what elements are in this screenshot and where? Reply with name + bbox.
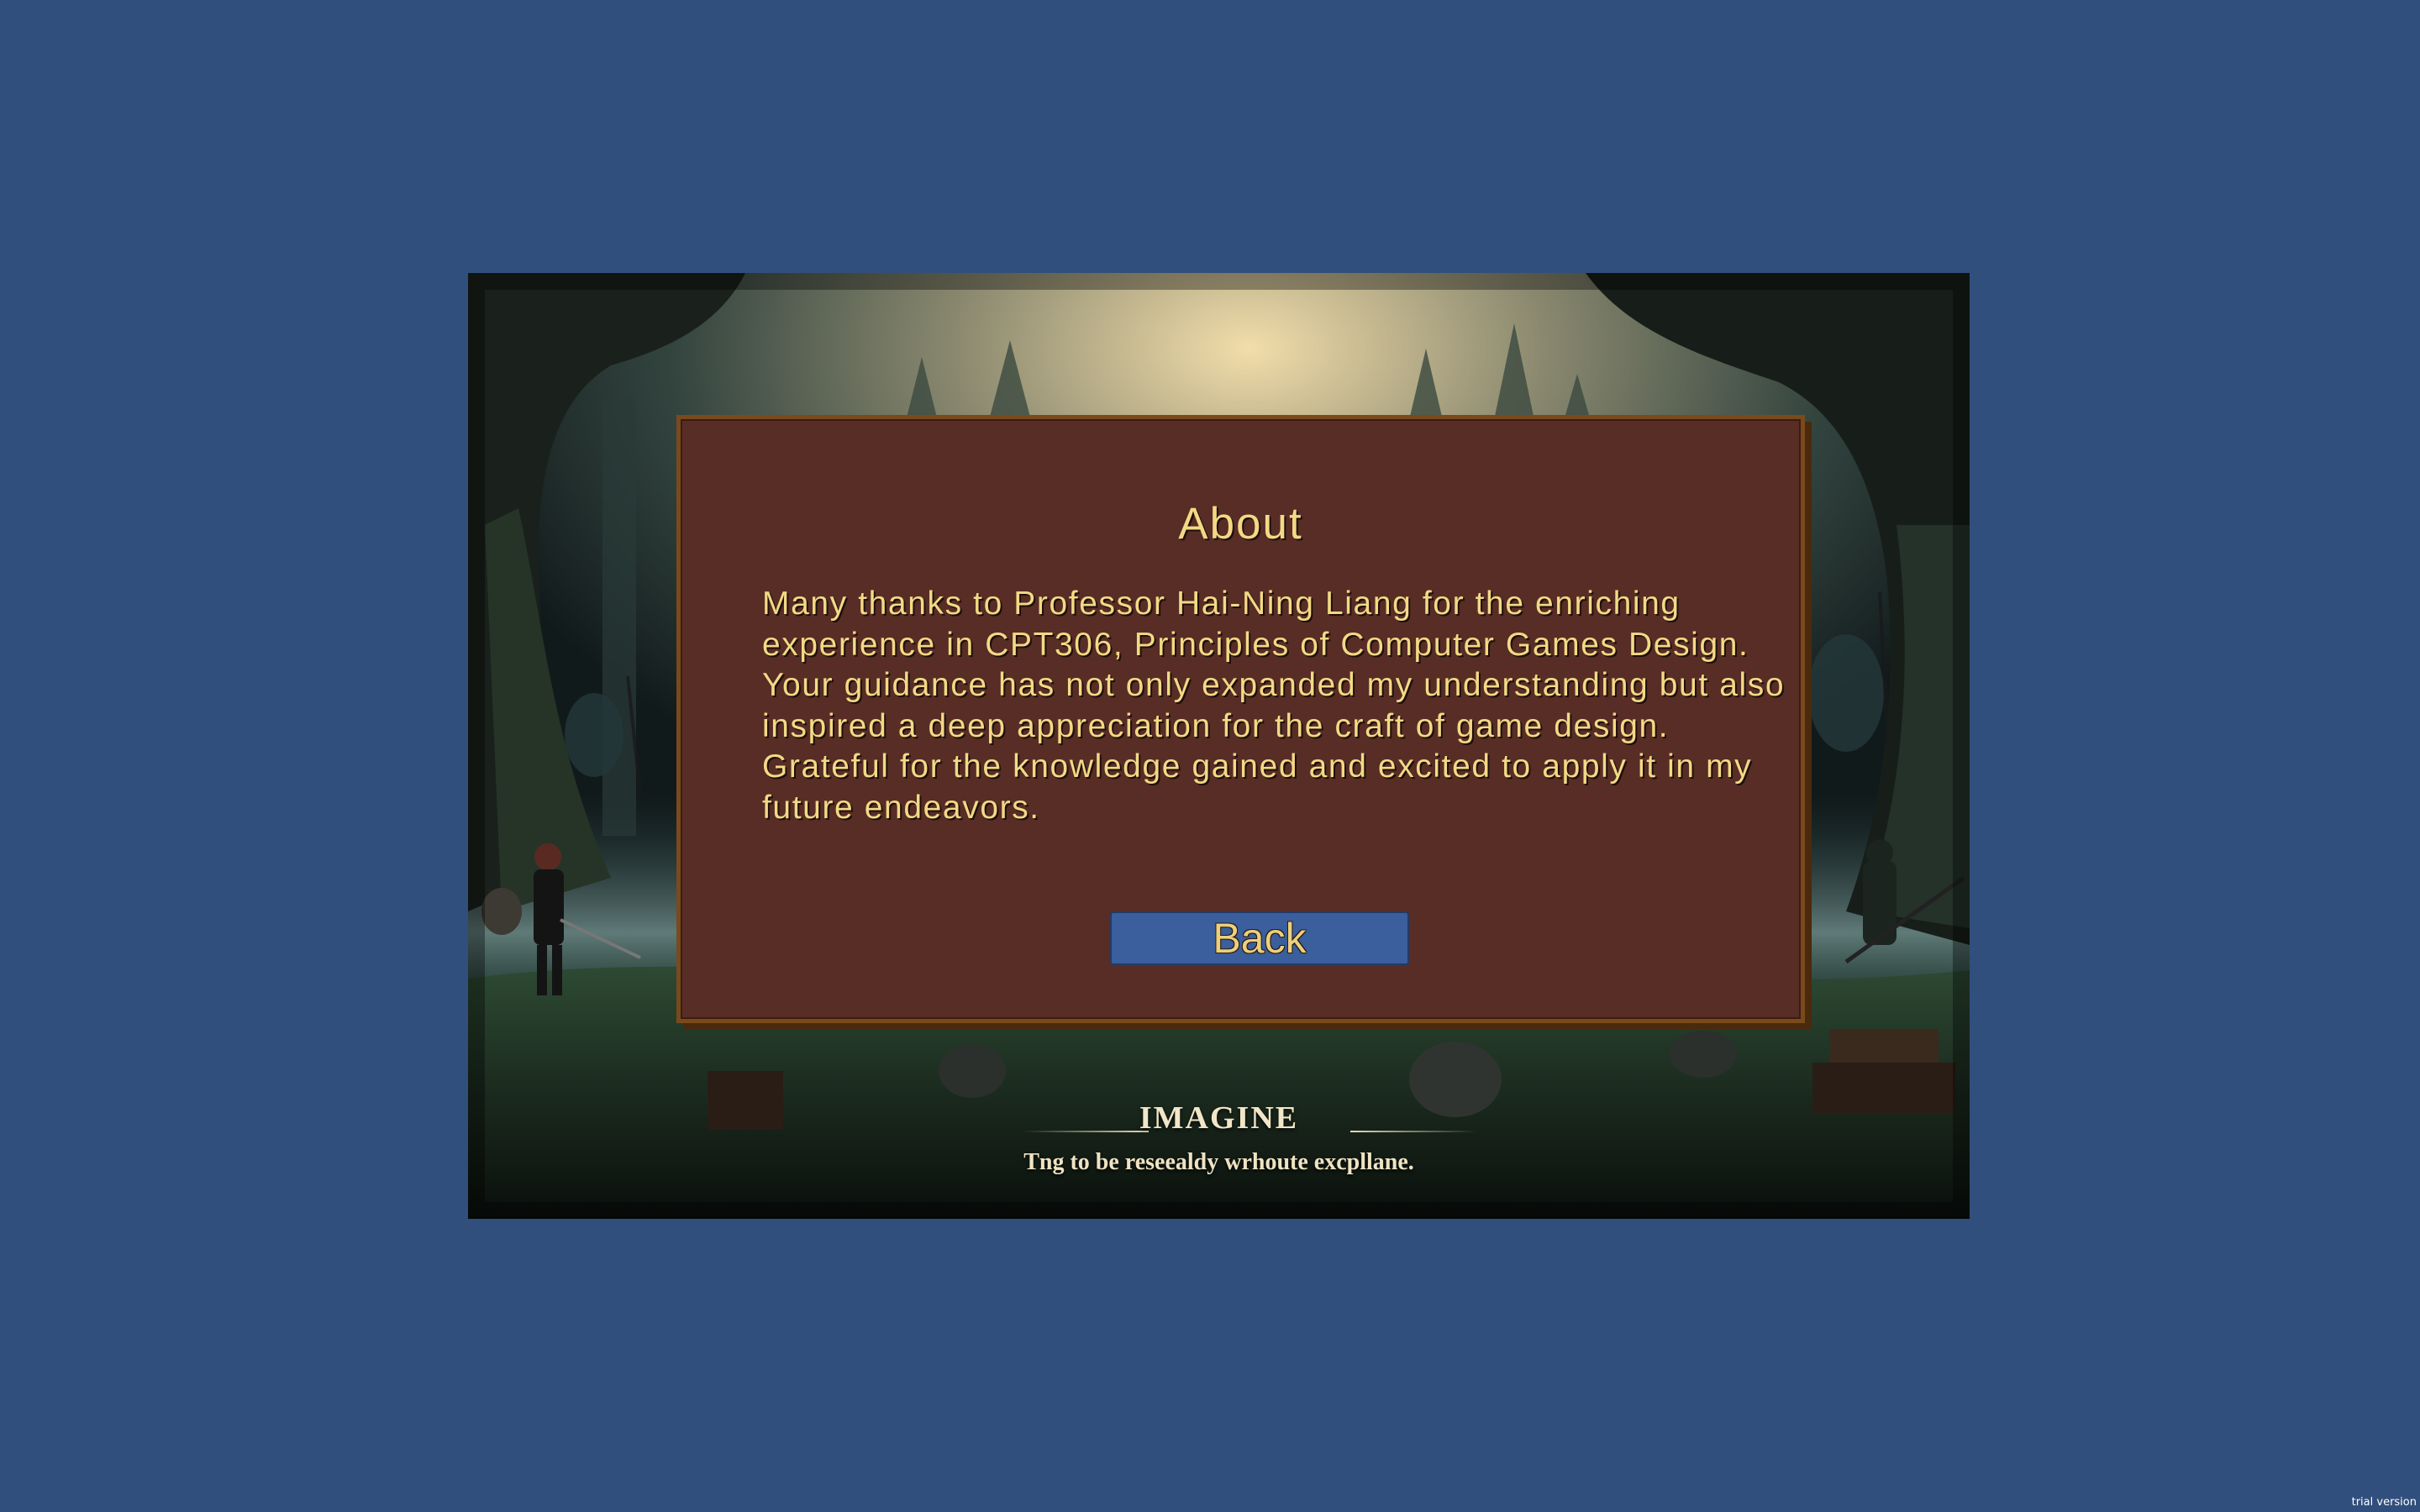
about-title: About [1178,499,1303,549]
game-title: IMAGINE [1139,1100,1299,1136]
about-dialog: About Many thanks to Professor Hai-Ning … [676,415,1805,1023]
title-rule-right [1350,1131,1476,1132]
about-body-text: Many thanks to Professor Hai-Ning Liang … [762,585,1786,826]
back-button[interactable]: Back [1110,911,1409,965]
game-tagline: Tng to be reseealdy wrhoute excpllane. [1023,1149,1414,1175]
trial-watermark: trial version [2351,1496,2417,1509]
